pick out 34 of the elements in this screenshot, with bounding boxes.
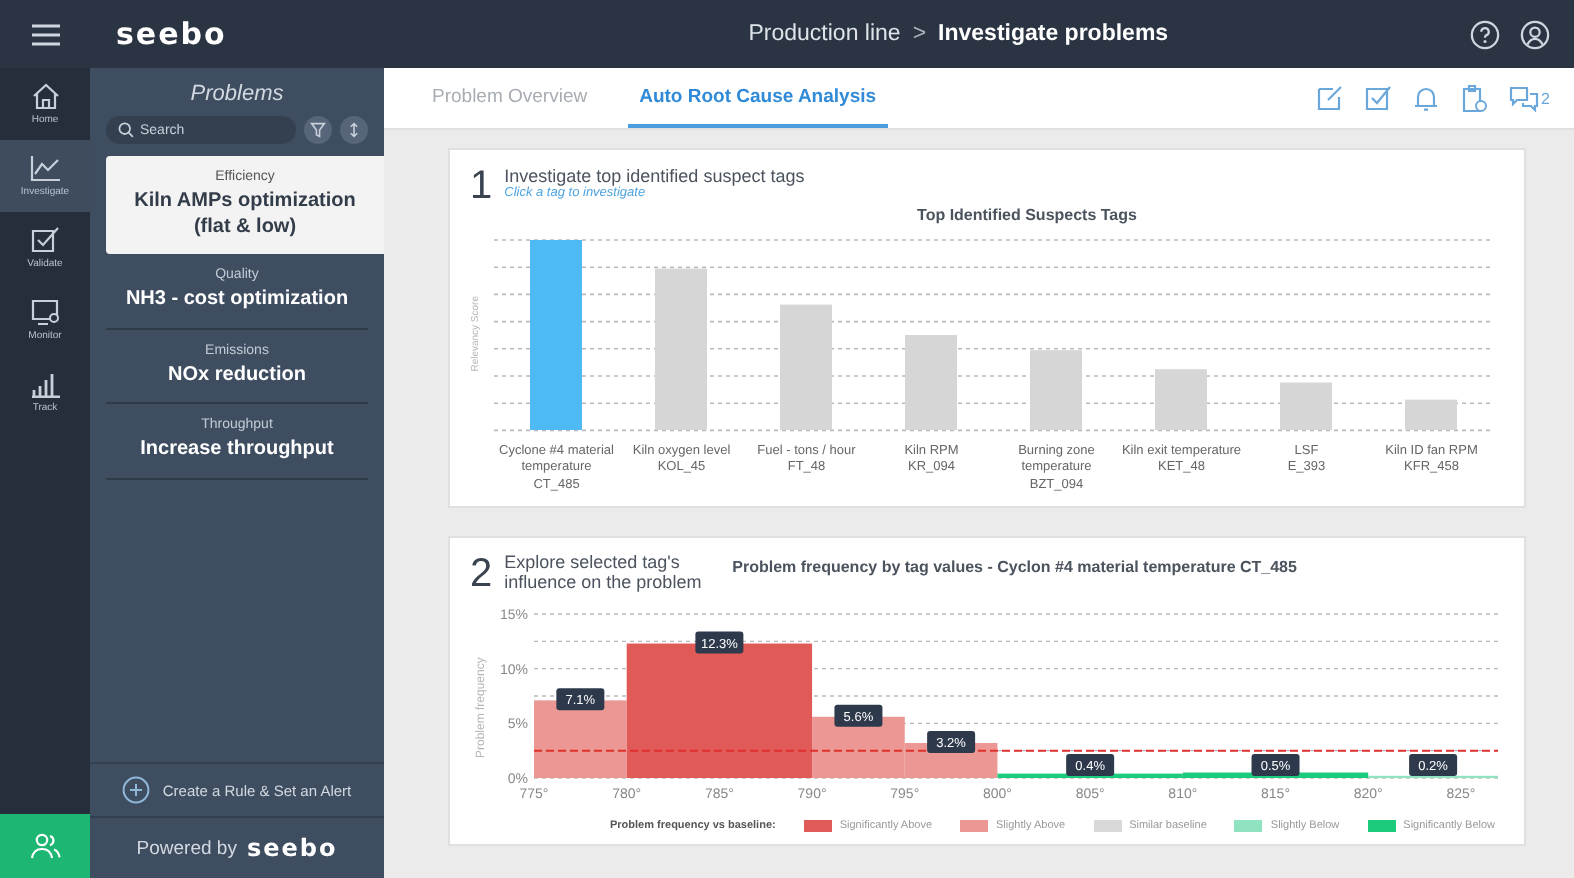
- checkbox-icon[interactable]: [1363, 84, 1392, 112]
- tab[interactable]: Auto Root Cause Analysis: [627, 68, 889, 128]
- breadcrumb-separator: >: [912, 22, 927, 46]
- team-button[interactable]: [0, 814, 90, 878]
- edit-icon[interactable]: [1315, 84, 1344, 112]
- step-number: 2: [470, 554, 493, 595]
- filter-button[interactable]: [304, 116, 332, 144]
- bell-icon[interactable]: [1411, 84, 1440, 112]
- bar-chart-icon: [29, 370, 61, 398]
- line-chart-icon: [29, 154, 61, 182]
- help-icon[interactable]: [1470, 19, 1500, 49]
- chart-title: Problem frequency by tag values - Cyclon #4 material temperature CT_485: [732, 556, 1297, 577]
- powered-by-label: Powered by: [136, 837, 237, 859]
- logo: seebo: [116, 16, 227, 52]
- menu-icon[interactable]: [32, 23, 60, 45]
- clipboard-icon[interactable]: [1459, 83, 1488, 113]
- user-icon[interactable]: [1520, 19, 1550, 49]
- sort-icon: [348, 122, 360, 138]
- checkbox-icon: [29, 226, 61, 254]
- section-heading: Explore selected tag's influence on the problem: [504, 554, 704, 595]
- breadcrumb-item[interactable]: Production line: [748, 22, 901, 46]
- bar[interactable]: [1405, 399, 1457, 430]
- plus-icon: [122, 776, 151, 804]
- monitor-icon: [29, 298, 61, 326]
- sidebar-title: Problems: [188, 80, 286, 110]
- home-icon: [29, 82, 61, 110]
- breadcrumb-item[interactable]: Investigate problems: [938, 22, 1169, 46]
- filter-icon: [310, 122, 326, 138]
- logo: seebo: [246, 834, 338, 862]
- users-icon: [29, 832, 61, 860]
- sort-button[interactable]: [340, 116, 368, 144]
- section-heading: Investigate top identified suspect tags: [504, 166, 805, 186]
- chart-title: Top Identified Suspects Tags: [915, 206, 1139, 224]
- step-number: 1: [470, 166, 493, 206]
